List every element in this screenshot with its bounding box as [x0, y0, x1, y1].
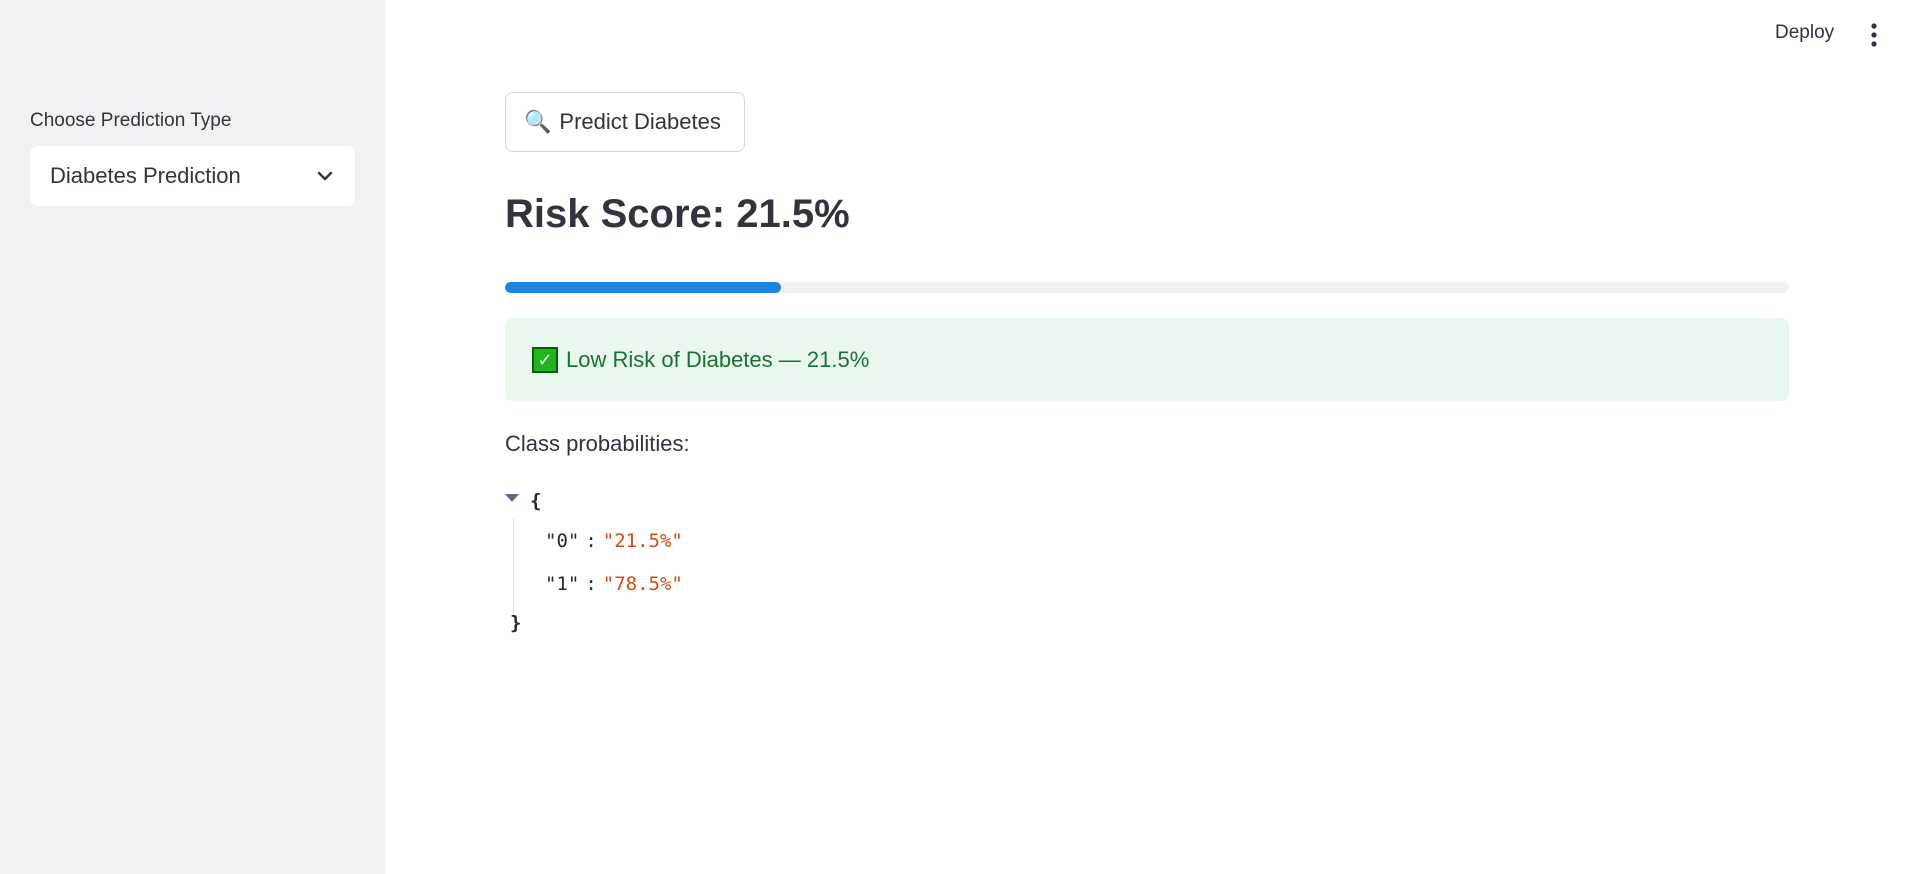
- json-key: "1": [545, 573, 580, 595]
- risk-score-title: Risk Score: 21.5%: [505, 192, 850, 236]
- json-row: "1": "78.5%": [545, 573, 683, 595]
- collapse-toggle-icon[interactable]: [505, 494, 519, 502]
- prediction-type-value: Diabetes Prediction: [50, 163, 241, 188]
- app-root: Choose Prediction Type Diabetes Predicti…: [0, 0, 1914, 874]
- json-key: "0": [545, 530, 580, 552]
- json-row: "0": "21.5%": [545, 530, 683, 552]
- prediction-type-label: Choose Prediction Type: [30, 110, 232, 131]
- risk-progress-fill: [505, 282, 782, 293]
- json-indent-guide: [513, 518, 514, 618]
- json-value: "21.5%": [602, 530, 683, 552]
- deploy-button[interactable]: Deploy: [1775, 22, 1834, 44]
- sidebar: Choose Prediction Type Diabetes Predicti…: [0, 0, 385, 874]
- json-close-brace: }: [510, 612, 522, 634]
- json-colon: :: [585, 573, 597, 595]
- risk-progress-bar: [505, 282, 1789, 293]
- predict-button-label: Predict Diabetes: [559, 109, 721, 134]
- check-mark-icon: ✓: [532, 346, 558, 373]
- chevron-down-icon: [317, 171, 333, 181]
- predict-diabetes-button[interactable]: 🔍 Predict Diabetes: [505, 92, 745, 152]
- magnifier-icon: 🔍: [524, 109, 552, 134]
- json-colon: :: [585, 530, 597, 552]
- json-open-brace: {: [530, 490, 542, 512]
- vertical-ellipsis-icon[interactable]: [1868, 22, 1880, 48]
- json-value: "78.5%": [602, 573, 683, 595]
- class-probabilities-label: Class probabilities:: [505, 431, 690, 456]
- prediction-type-select[interactable]: Diabetes Prediction: [30, 146, 355, 206]
- alert-text: Low Risk of Diabetes — 21.5%: [566, 346, 870, 372]
- success-alert: ✓ Low Risk of Diabetes — 21.5%: [505, 318, 1789, 401]
